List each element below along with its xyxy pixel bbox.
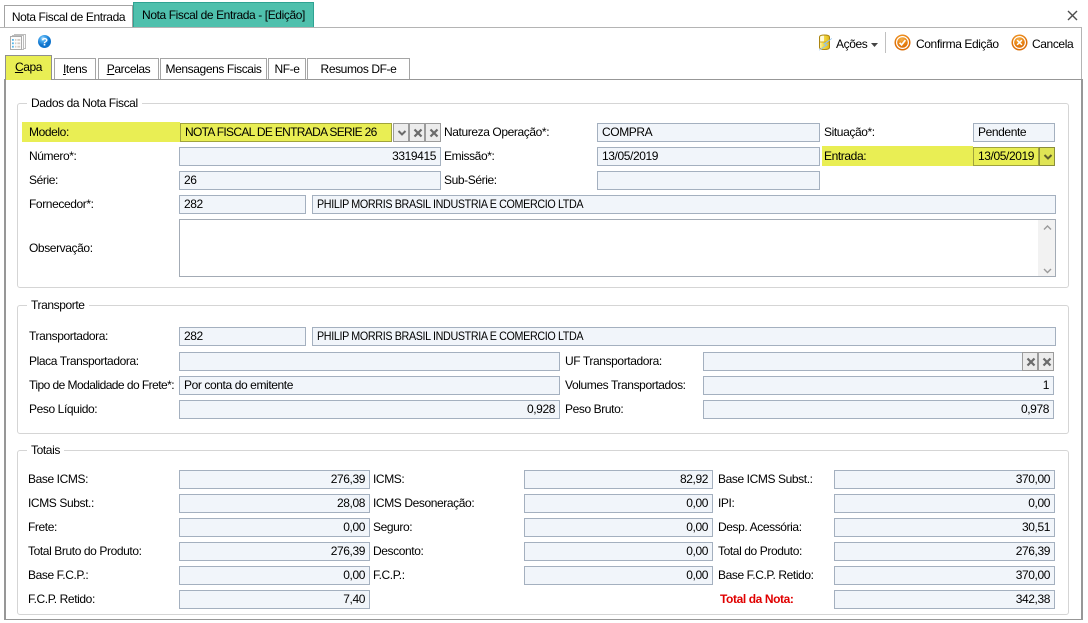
svg-text:?: ?: [41, 36, 48, 48]
